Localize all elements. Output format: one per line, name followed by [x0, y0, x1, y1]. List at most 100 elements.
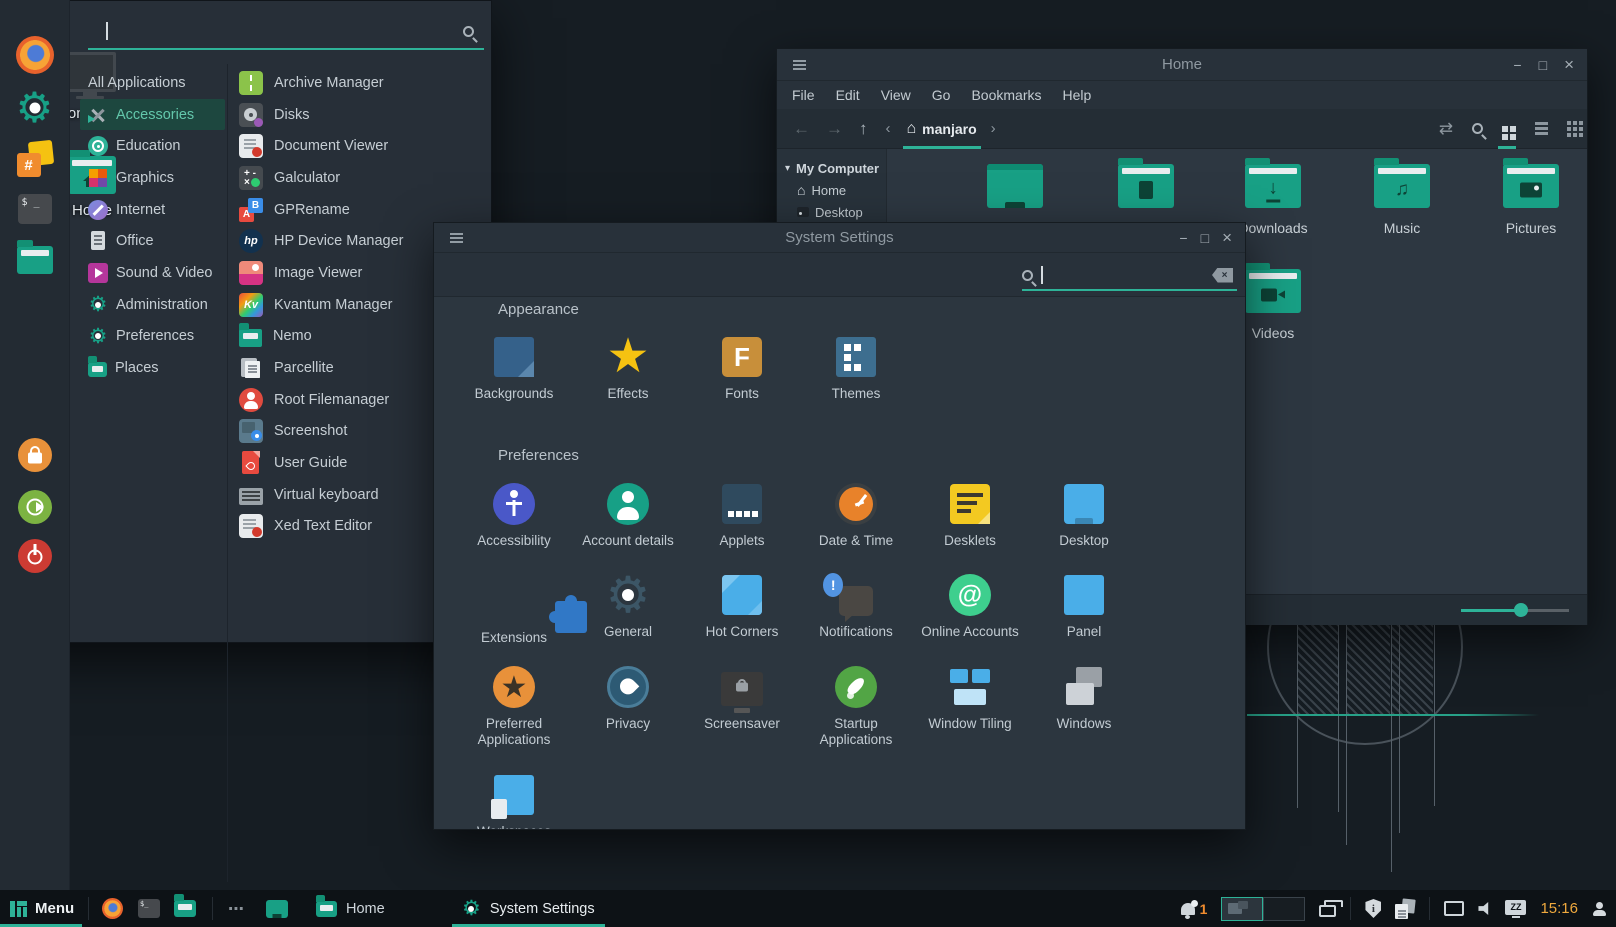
terminal-icon[interactable]: $ _	[18, 194, 52, 224]
minimize-button[interactable]: −	[1513, 58, 1521, 72]
settings-tile-account-details[interactable]: Account details	[571, 482, 685, 549]
settings-tile-applets[interactable]: Applets	[685, 482, 799, 549]
list-view-icon[interactable]	[1535, 122, 1548, 125]
breadcrumb-left-icon[interactable]: ‹	[886, 121, 891, 136]
lock-screen-button[interactable]	[18, 438, 52, 472]
close-button[interactable]: ×	[1222, 229, 1232, 246]
settings-tile-screensaver[interactable]: Screensaver	[685, 665, 799, 748]
menu-search-input[interactable]	[88, 14, 484, 50]
forward-icon[interactable]: →	[826, 120, 843, 137]
firewall-shield-icon[interactable]: i	[1365, 899, 1381, 918]
notification-applet[interactable]: 1	[1181, 901, 1208, 917]
category-administration[interactable]: ⚙ Administration	[80, 289, 225, 321]
workspace-1[interactable]	[1221, 897, 1263, 921]
close-button[interactable]: ×	[1564, 56, 1574, 73]
settings-tile-backgrounds[interactable]: Backgrounds	[457, 335, 571, 402]
settings-tile-fonts[interactable]: F Fonts	[685, 335, 799, 402]
maximize-button[interactable]: □	[1539, 58, 1547, 72]
menu-bookmarks[interactable]: Bookmarks	[971, 87, 1041, 103]
settings-tile-effects[interactable]: ★ Effects	[571, 335, 685, 402]
app-document-viewer[interactable]: Document Viewer	[239, 130, 485, 162]
toggle-location-icon[interactable]: ⇄	[1439, 120, 1453, 137]
folder-desktop[interactable]	[960, 164, 1070, 220]
settings-tile-desktop[interactable]: Desktop	[1027, 482, 1141, 549]
app-archive-manager[interactable]: Archive Manager	[239, 67, 485, 99]
software-manager-icon[interactable]: #	[16, 140, 54, 178]
category-graphics[interactable]: Graphics	[80, 162, 225, 194]
settings-tile-date-time[interactable]: Date & Time	[799, 482, 913, 549]
clock[interactable]: 15:16	[1540, 900, 1578, 917]
category-office[interactable]: Office	[80, 225, 225, 257]
category-sound-video[interactable]: Sound & Video	[80, 257, 225, 289]
category-accessories[interactable]: Accessories	[80, 99, 225, 131]
breadcrumb[interactable]: ⌂ manjaro	[903, 109, 981, 149]
search-icon[interactable]	[1472, 123, 1483, 134]
settings-tile-themes[interactable]: Themes	[799, 335, 913, 402]
up-icon[interactable]: ↑	[859, 120, 868, 137]
shutdown-button[interactable]	[18, 539, 52, 573]
hamburger-icon[interactable]	[450, 237, 463, 239]
menu-file[interactable]: File	[792, 87, 815, 103]
category-preferences[interactable]: ⚙ Preferences	[80, 321, 225, 353]
folder-music[interactable]: ♫ Music	[1347, 164, 1457, 236]
launcher-firefox[interactable]	[102, 890, 123, 927]
category-places[interactable]: Places	[80, 352, 225, 384]
logout-button[interactable]	[18, 490, 52, 524]
settings-tile-hot-corners[interactable]: Hot Corners	[685, 573, 799, 646]
category-internet[interactable]: Internet	[80, 194, 225, 226]
expander-icon[interactable]: ▾	[785, 163, 790, 174]
display-icon[interactable]	[1444, 901, 1464, 916]
app-galculator[interactable]: + -× Galculator	[239, 162, 485, 194]
settings-tile-windows[interactable]: Windows	[1027, 665, 1141, 748]
minimize-button[interactable]: −	[1179, 231, 1187, 245]
settings-tile-window-tiling[interactable]: Window Tiling	[913, 665, 1027, 748]
menu-edit[interactable]: Edit	[836, 87, 860, 103]
settings-tile-notifications[interactable]: ! Notifications	[799, 573, 913, 646]
settings-tile-panel[interactable]: Panel	[1027, 573, 1141, 646]
zoom-slider[interactable]	[1461, 603, 1569, 617]
settings-tile-startup-applications[interactable]: Startup Applications	[799, 665, 913, 748]
category-all-applications[interactable]: All Applications	[80, 67, 225, 99]
task-home[interactable]: Home	[316, 890, 385, 927]
user-icon[interactable]	[1592, 902, 1606, 916]
volume-icon[interactable]	[1478, 902, 1491, 915]
settings-tile-extensions[interactable]: Extensions	[457, 573, 571, 646]
clipboard-icon[interactable]	[1395, 899, 1415, 919]
settings-tile-online-accounts[interactable]: @ Online Accounts	[913, 573, 1027, 646]
fm-titlebar[interactable]: Home − □ ×	[777, 49, 1587, 81]
settings-search[interactable]: ×	[1022, 259, 1237, 291]
settings-tile-preferred-applications[interactable]: ★ Preferred Applications	[457, 665, 571, 748]
window-list-icon[interactable]	[1319, 905, 1336, 917]
settings-tile-workspaces[interactable]: Workspaces	[457, 773, 571, 830]
firefox-icon[interactable]	[16, 36, 54, 74]
menu-view[interactable]: View	[881, 87, 911, 103]
settings-gear-icon[interactable]: ⚙	[15, 88, 55, 128]
sidebar-item-desktop[interactable]: Desktop	[777, 201, 886, 223]
workspace-2[interactable]	[1263, 897, 1305, 921]
category-education[interactable]: Education	[80, 130, 225, 162]
settings-tile-privacy[interactable]: Privacy	[571, 665, 685, 748]
zoom-slider-handle[interactable]	[1514, 603, 1528, 617]
workspace-switcher[interactable]	[1221, 897, 1305, 921]
grid-view-button[interactable]	[1502, 109, 1516, 149]
back-icon[interactable]: ←	[793, 120, 810, 137]
hamburger-icon[interactable]	[793, 64, 806, 66]
menu-help[interactable]: Help	[1063, 87, 1092, 103]
settings-titlebar[interactable]: System Settings − □ ×	[434, 223, 1245, 253]
breadcrumb-right-icon[interactable]: ›	[991, 121, 996, 136]
launcher-files[interactable]	[174, 890, 196, 927]
sidebar-root[interactable]: ▾ My Computer	[777, 157, 886, 179]
settings-tile-accessibility[interactable]: Accessibility	[457, 482, 571, 549]
files-icon[interactable]	[17, 246, 53, 274]
folder-documents[interactable]	[1091, 164, 1201, 220]
compact-view-icon[interactable]	[1567, 121, 1571, 125]
sidebar-item-home[interactable]: ⌂ Home	[777, 179, 886, 201]
maximize-button[interactable]: □	[1201, 231, 1209, 245]
settings-tile-general[interactable]: ⚙ General	[571, 573, 685, 646]
menu-go[interactable]: Go	[932, 87, 951, 103]
clear-search-icon[interactable]: ×	[1212, 268, 1233, 283]
folder-pictures[interactable]: Pictures	[1476, 164, 1586, 236]
app-gprename[interactable]: AB GPRename	[239, 194, 485, 226]
window-group-dots[interactable]: ⋯	[228, 890, 245, 927]
show-desktop-icon[interactable]	[266, 890, 288, 927]
